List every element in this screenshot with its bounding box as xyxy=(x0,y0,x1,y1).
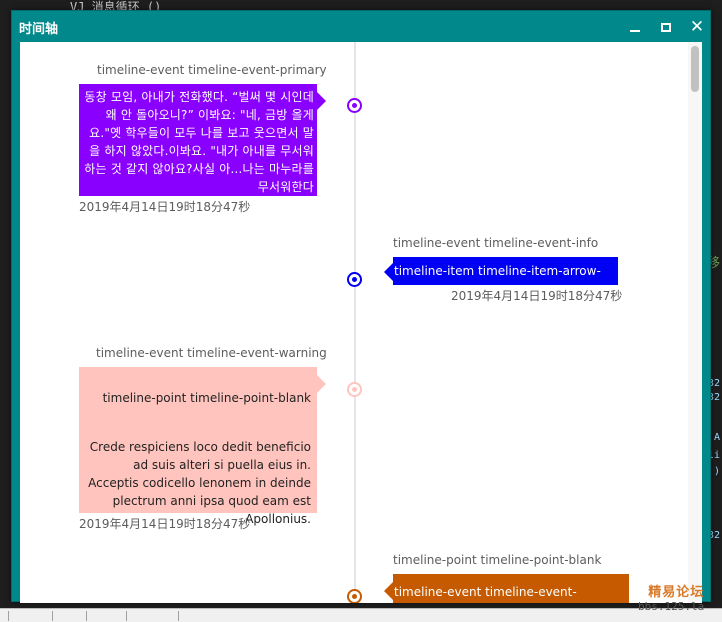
event-body: 동창 모임, 아내가 전화했다. “벌써 몇 시인데 왜 안 돌아오니?” 이봐… xyxy=(84,90,314,194)
status-bar-divider xyxy=(8,611,9,621)
scrollbar-thumb[interactable] xyxy=(691,46,699,92)
status-bar-divider xyxy=(52,611,53,621)
timeline-point-primary xyxy=(347,98,362,113)
event-card-primary: 동창 모임, 아내가 전화했다. “벌써 몇 시인데 왜 안 돌아오니?” 이봐… xyxy=(79,84,326,196)
minimize-icon xyxy=(630,30,640,32)
card-arrow xyxy=(384,582,393,600)
event-title: timeline-event timeline-event-info xyxy=(393,236,599,250)
timeline-point-info xyxy=(347,272,362,287)
point-dot xyxy=(352,277,357,282)
point-dot xyxy=(352,594,357,599)
timeline-point-warning xyxy=(347,382,362,397)
status-bar-divider xyxy=(178,611,179,621)
status-bar-divider xyxy=(126,611,127,621)
card-arrow xyxy=(384,263,393,281)
timeline-axis xyxy=(354,42,356,603)
background-status-bar xyxy=(0,608,722,622)
event-title: timeline-event timeline-event-primary xyxy=(97,63,327,77)
background-right-glyph: A xyxy=(713,432,720,443)
timeline-point-blank xyxy=(347,589,362,603)
point-dot xyxy=(352,387,357,392)
close-button[interactable]: ✕ xyxy=(685,16,709,38)
event-body-title: timeline-point timeline-point-blank xyxy=(102,391,311,405)
event-time: 2019年4月14日19时18分47秒 xyxy=(451,289,623,303)
vertical-scrollbar[interactable] xyxy=(688,42,702,603)
timeline-window: 时间轴 ✕ timeline-event timeline-event-prim… xyxy=(11,10,711,603)
watermark-url: bbs.125.la xyxy=(638,600,705,613)
event-time: 2019年4月14日19时18分47秒 xyxy=(79,200,251,214)
window-title: 时间轴 xyxy=(19,22,59,37)
card-arrow xyxy=(317,92,326,110)
event-card-warning: timeline-point timeline-point-blank Cred… xyxy=(79,367,326,526)
timeline-content: timeline-event timeline-event-primary 동창… xyxy=(20,42,702,603)
forum-watermark: 精易论坛 bbs.125.la xyxy=(638,581,704,613)
watermark-title: 精易论坛 xyxy=(648,585,705,600)
card-arrow xyxy=(317,375,326,393)
event-title: timeline-point timeline-point-blank xyxy=(393,553,602,567)
event-card-info: timeline-item timeline-item-arrow-sm xyxy=(384,257,618,296)
status-bar-divider xyxy=(86,611,87,621)
background-right-glyph: ) xyxy=(713,466,720,477)
point-dot xyxy=(352,103,357,108)
event-card-blank: timeline-event timeline-event-primary xyxy=(384,574,629,603)
event-title: timeline-event timeline-event-warning xyxy=(96,346,327,360)
maximize-button[interactable] xyxy=(654,16,678,38)
minimize-button[interactable] xyxy=(623,16,647,38)
window-titlebar[interactable]: 时间轴 ✕ xyxy=(12,11,710,43)
maximize-icon xyxy=(661,22,671,32)
event-body: timeline-event timeline-event-primary xyxy=(394,585,577,599)
close-icon: ✕ xyxy=(689,16,705,37)
event-time: 2019年4月14日19时18分47秒 xyxy=(79,517,251,531)
